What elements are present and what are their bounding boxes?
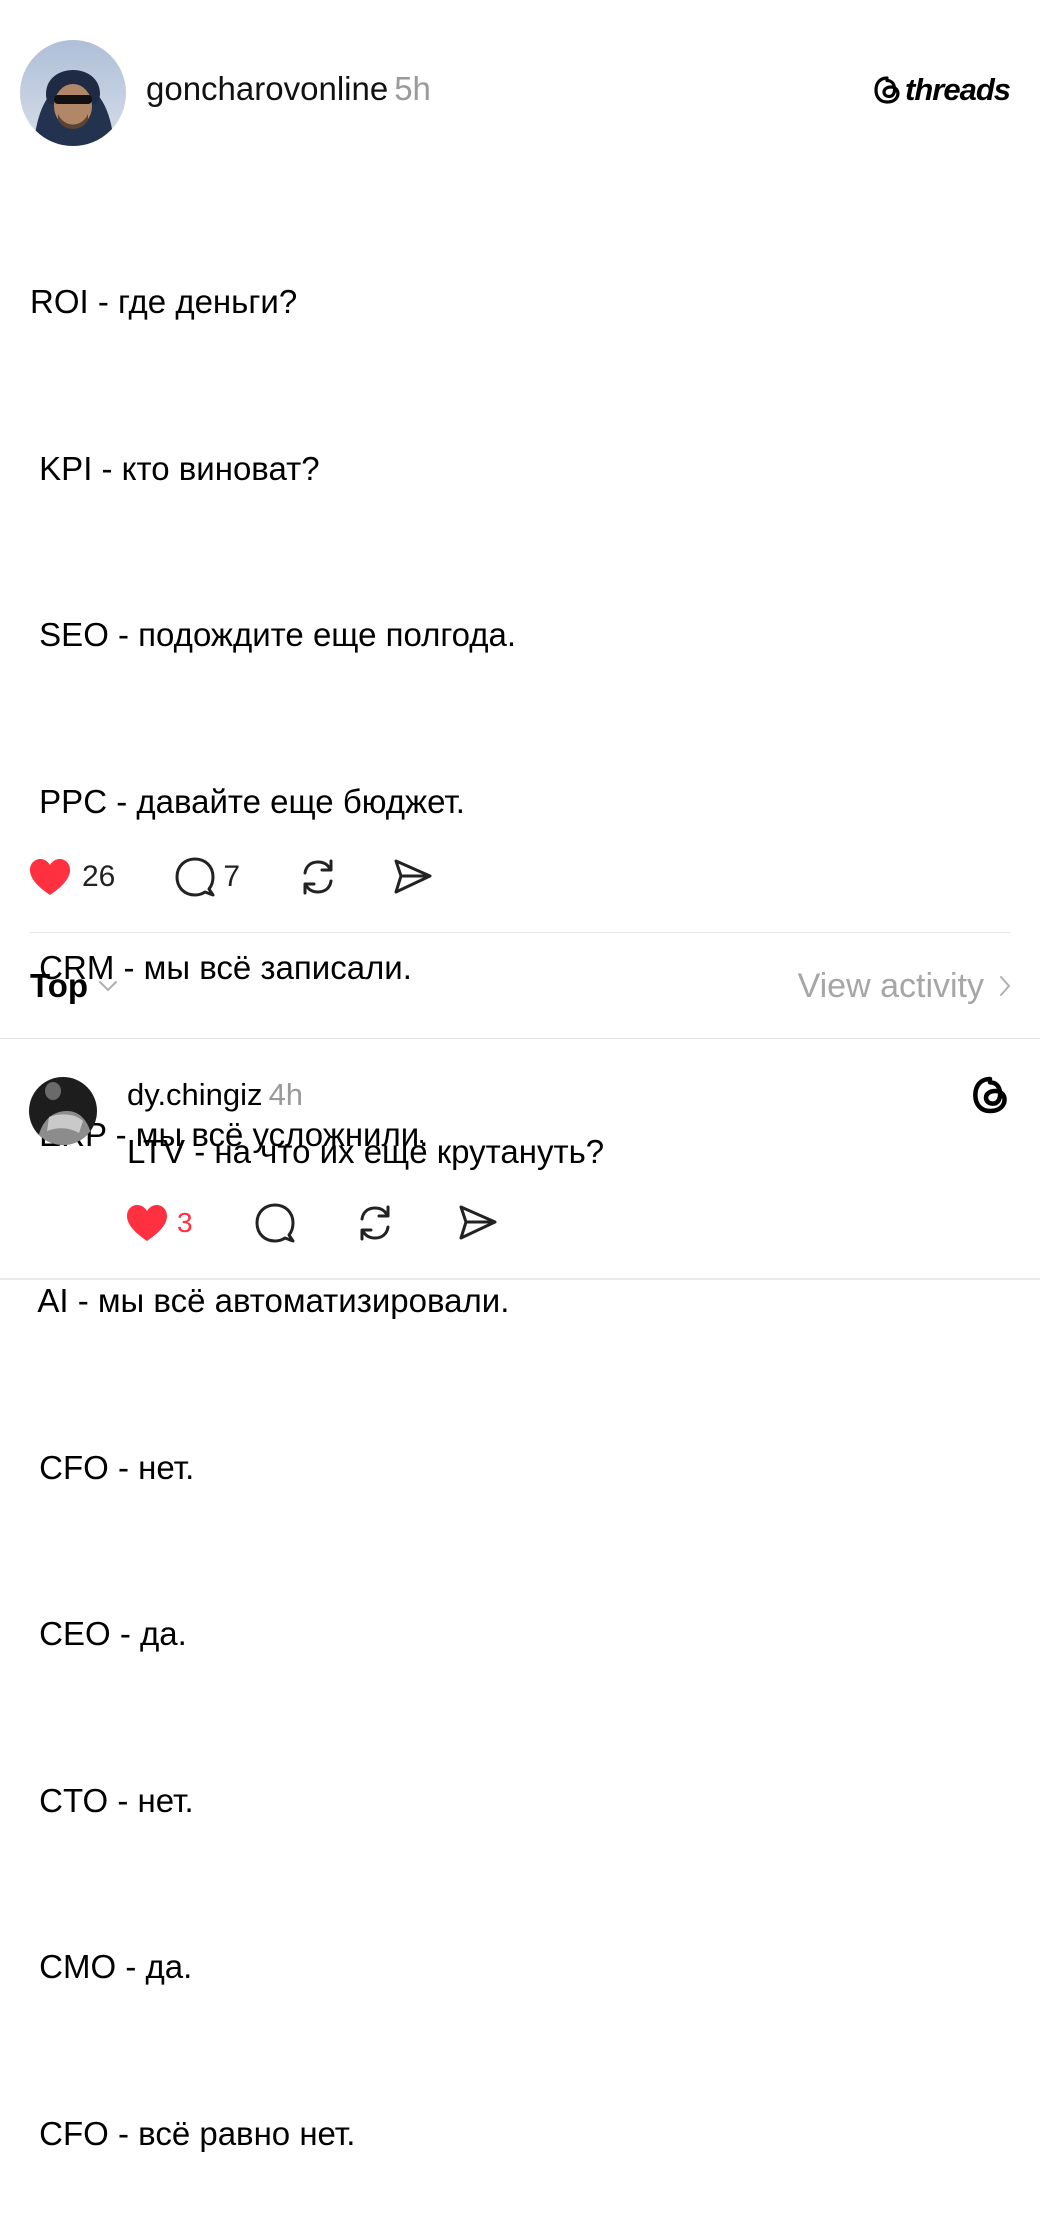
reply-share-button[interactable] <box>455 1201 499 1245</box>
comment-button[interactable]: 7 <box>173 855 240 899</box>
reply-actions: 3 <box>125 1201 499 1245</box>
share-button[interactable] <box>390 855 434 899</box>
author-username[interactable]: goncharovonline <box>146 70 388 107</box>
comment-icon <box>175 857 215 897</box>
threads-wordmark: threads <box>905 72 1011 107</box>
reply-timestamp: 4h <box>268 1077 304 1112</box>
avatar-image <box>29 1077 97 1145</box>
reply-username[interactable]: dy.chingiz <box>127 1077 263 1112</box>
section-divider <box>30 932 1010 933</box>
post-line: AI - мы всё автоматизировали. <box>30 1282 510 1319</box>
reply-like-count: 3 <box>177 1207 193 1238</box>
reply-brand <box>970 1075 1010 1120</box>
heart-filled-icon <box>127 1205 167 1241</box>
share-icon <box>394 859 432 894</box>
view-activity-label: View activity <box>797 967 984 1005</box>
chevron-down-icon <box>99 981 118 992</box>
post-line: CFO - нет. <box>30 1448 195 1486</box>
repost-icon <box>360 1205 390 1241</box>
post-line: PPC - давайте еще бюджет. <box>30 782 465 820</box>
section-divider <box>0 1038 1040 1039</box>
post-actions: 26 7 <box>28 854 434 900</box>
threads-brand: threads <box>872 70 1011 110</box>
post-timestamp: 5h <box>394 70 431 107</box>
sort-label: Top <box>30 967 89 1004</box>
reply-like-button[interactable]: 3 <box>125 1203 193 1243</box>
post-text: ROI - где деньги? KPI - кто виноват? SEO… <box>30 163 516 2217</box>
reply-comment-button[interactable] <box>253 1201 297 1245</box>
post-line: CMO - да. <box>30 1948 193 1985</box>
post-line: ROI - где деньги? <box>30 283 298 320</box>
share-icon <box>459 1205 497 1240</box>
author-avatar[interactable] <box>20 40 126 146</box>
reply-repost-button[interactable] <box>353 1201 397 1245</box>
post-line: CFO - всё равно нет. <box>30 2114 356 2152</box>
reply-author-avatar[interactable] <box>29 1077 97 1145</box>
comment-icon <box>255 1203 295 1243</box>
chevron-right-icon <box>1000 976 1011 996</box>
threads-icon <box>874 76 900 104</box>
replies-sort-dropdown[interactable]: Top <box>30 963 118 1009</box>
post-line: KPI - кто виноват? <box>30 449 320 487</box>
avatar-image <box>20 40 126 146</box>
like-count: 26 <box>82 860 116 893</box>
reply-text: LTV - на что их ещё крутануть? <box>127 1133 605 1170</box>
post-line: CTO - нет. <box>30 1781 194 1819</box>
view-activity-link[interactable]: View activity <box>798 963 1012 1009</box>
post-line: SEO - подождите еще полгода. <box>30 616 517 653</box>
post-line: CEO - да. <box>30 1615 187 1652</box>
repost-icon <box>303 859 333 895</box>
like-button[interactable]: 26 <box>28 857 115 897</box>
threads-icon <box>973 1076 1007 1114</box>
heart-filled-icon <box>30 859 70 895</box>
comment-count: 7 <box>223 860 241 893</box>
post-header: goncharovonline 5h <box>146 66 431 112</box>
repost-button[interactable] <box>296 855 340 899</box>
reply-header: dy.chingiz 4h <box>127 1073 303 1117</box>
